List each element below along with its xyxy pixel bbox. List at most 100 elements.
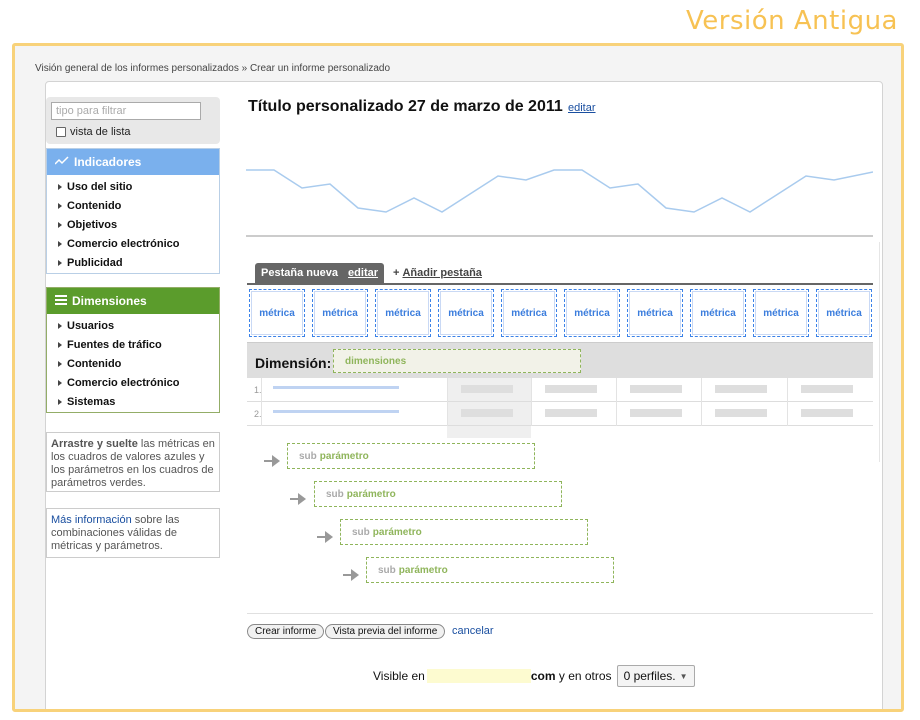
list-view-checkbox[interactable] — [56, 127, 66, 137]
profiles-value: 0 perfiles. — [623, 669, 676, 683]
arrow-right-icon — [343, 569, 359, 581]
dimension-item-label: Contenido — [67, 357, 122, 370]
dimension-item[interactable]: Contenido — [47, 354, 219, 373]
arrow-right-icon — [317, 531, 333, 543]
more-info-link[interactable]: Más información — [51, 514, 132, 526]
expand-triangle-icon — [58, 341, 62, 348]
metric-drop-zones: métrica métrica métrica métrica métrica … — [249, 289, 873, 339]
profiles-select[interactable]: 0 perfiles. ▼ — [616, 665, 695, 687]
visibility-middle: y en otros — [558, 669, 612, 683]
dimensions-title: Dimensiones — [72, 294, 147, 308]
row-placeholder-link — [273, 386, 399, 389]
metric-drop-zone[interactable]: métrica — [438, 289, 494, 337]
sparkline-placeholder — [246, 169, 873, 237]
list-view-label: vista de lista — [70, 126, 131, 138]
table-row: 2. — [247, 402, 873, 426]
expand-triangle-icon — [58, 183, 62, 190]
dimension-item[interactable]: Fuentes de tráfico — [47, 335, 219, 354]
redacted-domain — [426, 669, 531, 683]
filter-box: vista de lista — [46, 97, 220, 144]
indicator-item[interactable]: Objetivos — [47, 215, 219, 234]
tab-new[interactable]: Pestaña nueva editar — [255, 263, 385, 283]
expand-triangle-icon — [58, 221, 62, 228]
screenshot-frame: Visión general de los informes personali… — [12, 43, 904, 712]
subparam-label: parámetro — [319, 450, 369, 462]
subparam-label: parámetro — [372, 526, 422, 538]
indicators-header[interactable]: Indicadores — [47, 149, 219, 175]
visibility-prefix: Visible en — [373, 669, 425, 683]
tab-strip: Pestaña nueva editar + Añadir pestaña — [255, 263, 482, 283]
filter-input[interactable] — [51, 102, 201, 120]
tab-edit-link[interactable]: editar — [348, 267, 378, 279]
dimension-item[interactable]: Sistemas — [47, 392, 219, 411]
breadcrumb: Visión general de los informes personali… — [35, 63, 391, 74]
metric-drop-zone[interactable]: métrica — [249, 289, 305, 337]
dimension-item-label: Fuentes de tráfico — [67, 338, 162, 351]
metric-drop-zone[interactable]: métrica — [312, 289, 368, 337]
report-editor: vista de lista Indicadores Uso del sitio… — [45, 81, 883, 709]
metric-drop-zone[interactable]: métrica — [564, 289, 620, 337]
table-row: 1. — [247, 378, 873, 402]
edit-title-link[interactable]: editar — [568, 102, 596, 114]
add-tab-link[interactable]: + Añadir pestaña — [393, 263, 482, 283]
dimension-drop-zone[interactable]: dimensiones — [333, 349, 581, 373]
column-divider — [447, 378, 448, 426]
metric-drop-zone[interactable]: métrica — [690, 289, 746, 337]
indicators-panel: Indicadores Uso del sitio Contenido Obje… — [46, 148, 220, 274]
subparam-prefix: sub — [299, 450, 317, 462]
subparam-prefix: sub — [378, 564, 396, 576]
expand-triangle-icon — [58, 398, 62, 405]
dimension-item[interactable]: Usuarios — [47, 316, 219, 335]
subparam-drop-zone[interactable]: sub parámetro — [287, 443, 535, 469]
cell-placeholder — [461, 409, 513, 417]
dimensions-header[interactable]: Dimensiones — [47, 288, 219, 314]
report-title: Título personalizado 27 de marzo de 2011 — [248, 98, 563, 115]
indicator-item-label: Uso del sitio — [67, 180, 133, 193]
cell-placeholder — [801, 385, 853, 393]
subparam-label: parámetro — [398, 564, 448, 576]
indicator-item[interactable]: Comercio electrónico — [47, 234, 219, 253]
indicator-item-label: Comercio electrónico — [67, 237, 180, 250]
preview-table: 1. 2. — [247, 378, 873, 440]
arrow-right-icon — [264, 455, 280, 467]
domain-suffix: com — [530, 669, 556, 683]
subparam-drop-zone[interactable]: sub parámetro — [340, 519, 588, 545]
indicators-title: Indicadores — [74, 155, 142, 169]
indicator-item[interactable]: Uso del sitio — [47, 177, 219, 196]
chevron-down-icon: ▼ — [679, 671, 688, 681]
indicator-item-label: Objetivos — [67, 218, 118, 231]
create-report-button[interactable]: Crear informe — [247, 624, 325, 639]
column-divider — [787, 378, 788, 426]
expand-triangle-icon — [58, 259, 62, 266]
metric-drop-zone[interactable]: métrica — [627, 289, 683, 337]
add-tab-label: Añadir pestaña — [402, 267, 482, 279]
version-label: Versión Antigua — [686, 6, 898, 36]
list-view-toggle[interactable]: vista de lista — [56, 126, 131, 138]
dimension-item[interactable]: Comercio electrónico — [47, 373, 219, 392]
metric-drop-zone[interactable]: métrica — [753, 289, 809, 337]
metric-drop-zone[interactable]: métrica — [501, 289, 557, 337]
cell-placeholder — [801, 409, 853, 417]
cell-placeholder — [545, 385, 597, 393]
cancel-link[interactable]: cancelar — [452, 625, 494, 637]
cell-placeholder — [715, 409, 767, 417]
more-info-box: Más información sobre las combinaciones … — [46, 508, 220, 558]
metric-drop-zone[interactable]: métrica — [375, 289, 431, 337]
indicator-item[interactable]: Publicidad — [47, 253, 219, 272]
expand-triangle-icon — [58, 379, 62, 386]
arrow-right-icon — [290, 493, 306, 505]
expand-triangle-icon — [58, 240, 62, 247]
dimension-bar: Dimensión: dimensiones — [247, 342, 873, 378]
preview-report-button[interactable]: Vista previa del informe — [325, 624, 446, 639]
subparam-drop-zone[interactable]: sub parámetro — [314, 481, 562, 507]
dimension-item-label: Sistemas — [67, 395, 116, 408]
indicator-item[interactable]: Contenido — [47, 196, 219, 215]
cell-placeholder — [630, 409, 682, 417]
cell-placeholder — [545, 409, 597, 417]
subparam-drop-zone[interactable]: sub parámetro — [366, 557, 614, 583]
dimension-item-label: Comercio electrónico — [67, 376, 180, 389]
visibility-row: Visible en com y en otros 0 perfiles. ▼ — [373, 665, 695, 687]
metric-drop-zone[interactable]: métrica — [816, 289, 872, 337]
add-tab-plus: + — [393, 267, 400, 279]
scrollbar-track[interactable] — [879, 242, 880, 462]
